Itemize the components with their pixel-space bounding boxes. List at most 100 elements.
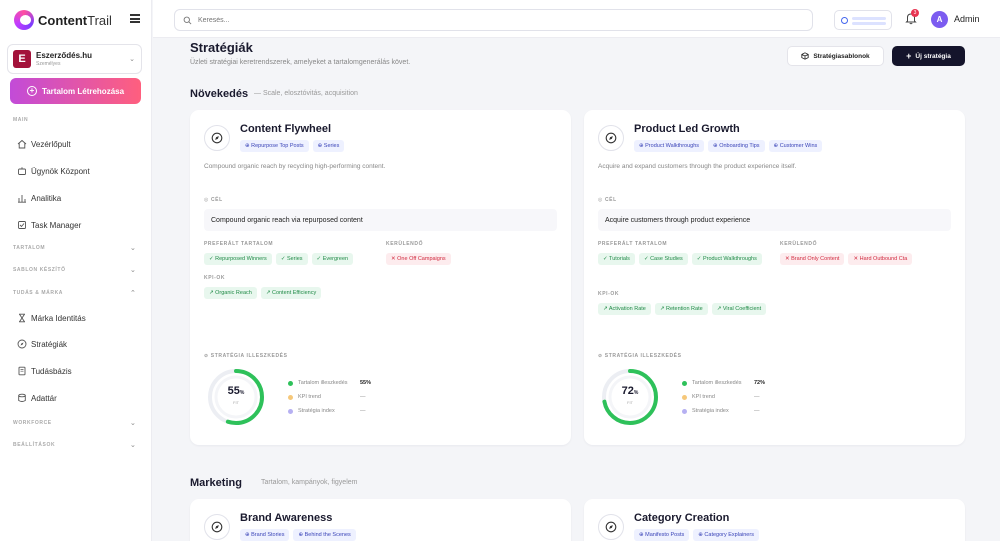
group-subtitle-growth: — Scale, elosztóvitás, acquisition bbox=[254, 90, 358, 97]
card-tag: ⊕ Behind the Scenes bbox=[293, 529, 356, 541]
strategy-templates-button[interactable]: Stratégiasablonok bbox=[787, 46, 884, 66]
new-strategy-button[interactable]: + Új stratégia bbox=[892, 46, 965, 66]
notification-badge: 3 bbox=[911, 9, 919, 17]
kpi-chip: ↗ Retention Rate bbox=[654, 303, 708, 315]
sidebar-item-knowledge-base[interactable]: Tudásbázis bbox=[17, 366, 72, 376]
fit-label: ⊘ STRATÉGIA ILLESZKEDÉS bbox=[204, 353, 288, 359]
section-settings[interactable]: BEÁLLÍTÁSOK ⌄ bbox=[13, 442, 136, 449]
section-workforce[interactable]: WORKFORCE ⌄ bbox=[13, 420, 136, 427]
goal-value: Compound organic reach via repurposed co… bbox=[204, 209, 557, 231]
strategy-card-content-flywheel[interactable]: Content Flywheel ⊕ Repurpose Top Posts ⊕… bbox=[190, 110, 571, 445]
strategy-card-category-creation[interactable]: Category Creation ⊕ Manifesto Posts ⊕ Ca… bbox=[584, 499, 965, 541]
checklist-icon bbox=[18, 221, 26, 229]
avoid-chips: ✕ One Off Campaigns bbox=[386, 253, 451, 265]
workspace-type: Személyes bbox=[36, 60, 61, 67]
page-subtitle: Üzleti stratégiai keretrendszerek, amely… bbox=[190, 59, 411, 66]
workspace-logo: E bbox=[13, 50, 31, 68]
chevron-down-icon: ⌄ bbox=[130, 245, 137, 252]
compass-icon bbox=[17, 339, 27, 349]
card-tag: ⊕ Product Walkthroughs bbox=[634, 140, 705, 152]
sidebar-item-analytics[interactable]: Analitika bbox=[17, 193, 61, 203]
sidebar-item-task-manager[interactable]: Task Manager bbox=[17, 220, 81, 230]
fit-gauge bbox=[208, 369, 264, 425]
strategy-card-brand-awareness[interactable]: Brand Awareness ⊕ Brand Stories ⊕ Behind… bbox=[190, 499, 571, 541]
cube-icon bbox=[801, 52, 809, 60]
fit-sub: FIT bbox=[233, 400, 239, 405]
kpi-chips: ↗ Activation Rate ↗ Retention Rate ↗ Vir… bbox=[598, 303, 767, 315]
fit-gauge bbox=[602, 369, 658, 425]
menu-icon[interactable] bbox=[130, 14, 140, 23]
compass-icon bbox=[598, 125, 624, 151]
avoid-chips: ✕ Brand Only Content ✕ Hard Outbound Cta bbox=[780, 253, 913, 265]
preferred-chips: ✓ Tutorials ✓ Case Studies ✓ Product Wal… bbox=[598, 253, 768, 265]
card-description: Compound organic reach by recycling high… bbox=[204, 163, 386, 170]
legend-item: Tartalom illeszkedés 72% bbox=[682, 380, 765, 386]
legend-item: Tartalom illeszkedés 55% bbox=[288, 380, 371, 386]
group-title-marketing: Marketing bbox=[190, 477, 242, 489]
preferred-chip: ✓ Series bbox=[275, 253, 308, 265]
card-tags: ⊕ Brand Stories ⊕ Behind the Scenes bbox=[240, 529, 356, 541]
fit-sub: FIT bbox=[627, 400, 633, 405]
workspace-switcher[interactable]: E Eszerződés.hu Személyes ⌄ bbox=[7, 44, 142, 74]
sidebar: ContentTrail E Eszerződés.hu Személyes ⌄… bbox=[0, 0, 152, 541]
sidebar-item-agents[interactable]: Ügynök Központ bbox=[17, 166, 90, 176]
fit-value: 55% bbox=[227, 385, 245, 397]
user-name[interactable]: Admin bbox=[954, 14, 980, 24]
preferred-chip: ✓ Repurposed Winners bbox=[204, 253, 272, 265]
legend-item: Stratégia index — bbox=[288, 408, 366, 414]
card-title: Content Flywheel bbox=[240, 123, 332, 135]
create-content-button[interactable]: + Tartalom Létrehozása bbox=[10, 78, 141, 104]
card-tag: ⊕ Series bbox=[312, 140, 345, 152]
card-title: Product Led Growth bbox=[634, 123, 740, 135]
sidebar-item-strategies[interactable]: Stratégiák bbox=[17, 339, 67, 349]
card-tags: ⊕ Repurpose Top Posts ⊕ Series bbox=[240, 140, 345, 152]
section-content[interactable]: TARTALOM ⌄ bbox=[13, 245, 136, 252]
avoid-chip: ✕ Hard Outbound Cta bbox=[848, 253, 913, 265]
section-template-builder[interactable]: SABLON KÉSZÍTŐ ⌄ bbox=[13, 267, 136, 274]
group-title-growth: Növekedés bbox=[190, 88, 249, 100]
avoid-chip: ✕ One Off Campaigns bbox=[386, 253, 451, 265]
hourglass-icon bbox=[19, 313, 25, 323]
database-icon bbox=[18, 393, 26, 402]
bar-chart-icon bbox=[18, 195, 26, 203]
kpi-chip: ↗ Organic Reach bbox=[204, 287, 257, 299]
group-subtitle-marketing: Tartalom, kampányok, figyelem bbox=[261, 479, 358, 486]
avatar[interactable]: A bbox=[931, 11, 948, 28]
app-logo[interactable]: ContentTrail bbox=[14, 10, 112, 30]
card-tags: ⊕ Manifesto Posts ⊕ Category Explainers bbox=[634, 529, 759, 541]
sidebar-item-dashboard[interactable]: Vezérlőpult bbox=[17, 139, 71, 149]
compass-icon bbox=[204, 514, 230, 540]
card-description: Acquire and expand customers through the… bbox=[598, 163, 797, 170]
robot-icon bbox=[18, 167, 26, 175]
card-title: Category Creation bbox=[634, 512, 730, 524]
card-tag: ⊕ Manifesto Posts bbox=[634, 529, 690, 541]
preferred-label: PREFERÁLT TARTALOM bbox=[204, 241, 274, 247]
avoid-label: KERÜLENDŐ bbox=[780, 241, 818, 247]
preferred-chip: ✓ Tutorials bbox=[598, 253, 635, 265]
chevron-down-icon: ⌄ bbox=[130, 267, 137, 274]
sidebar-item-brand-identity[interactable]: Márka Identitás bbox=[17, 313, 86, 323]
strategy-card-product-led-growth[interactable]: Product Led Growth ⊕ Product Walkthrough… bbox=[584, 110, 965, 445]
theme-toggle[interactable] bbox=[834, 10, 892, 30]
goal-value: Acquire customers through product experi… bbox=[598, 209, 951, 231]
workspace-name: Eszerződés.hu bbox=[36, 50, 93, 60]
section-main: MAIN bbox=[13, 117, 29, 123]
search-input[interactable] bbox=[198, 16, 498, 24]
section-knowledge-brand[interactable]: TUDÁS & MÁRKA ⌃ bbox=[13, 290, 136, 297]
card-tag: ⊕ Brand Stories bbox=[240, 529, 290, 541]
search-bar[interactable] bbox=[174, 9, 813, 31]
card-tag: ⊕ Onboarding Tips bbox=[708, 140, 765, 152]
preferred-chips: ✓ Repurposed Winners ✓ Series ✓ Evergree… bbox=[204, 253, 354, 265]
chevron-down-icon: ⌄ bbox=[130, 442, 137, 449]
kpi-chips: ↗ Organic Reach ↗ Content Efficiency bbox=[204, 287, 322, 299]
goal-label: ◎ CÉL bbox=[598, 197, 617, 203]
card-tag: ⊕ Category Explainers bbox=[693, 529, 759, 541]
sidebar-item-data-store[interactable]: Adattár bbox=[17, 393, 57, 403]
legend-item: KPI trend — bbox=[288, 394, 366, 400]
kpi-chip: ↗ Content Efficiency bbox=[260, 287, 322, 299]
kpi-chip: ↗ Activation Rate bbox=[598, 303, 651, 315]
chevron-down-icon: ⌄ bbox=[129, 56, 135, 63]
kpi-chip: ↗ Viral Coefficient bbox=[711, 303, 767, 315]
topbar: 3 A Admin bbox=[153, 0, 1000, 38]
preferred-chip: ✓ Case Studies bbox=[638, 253, 688, 265]
